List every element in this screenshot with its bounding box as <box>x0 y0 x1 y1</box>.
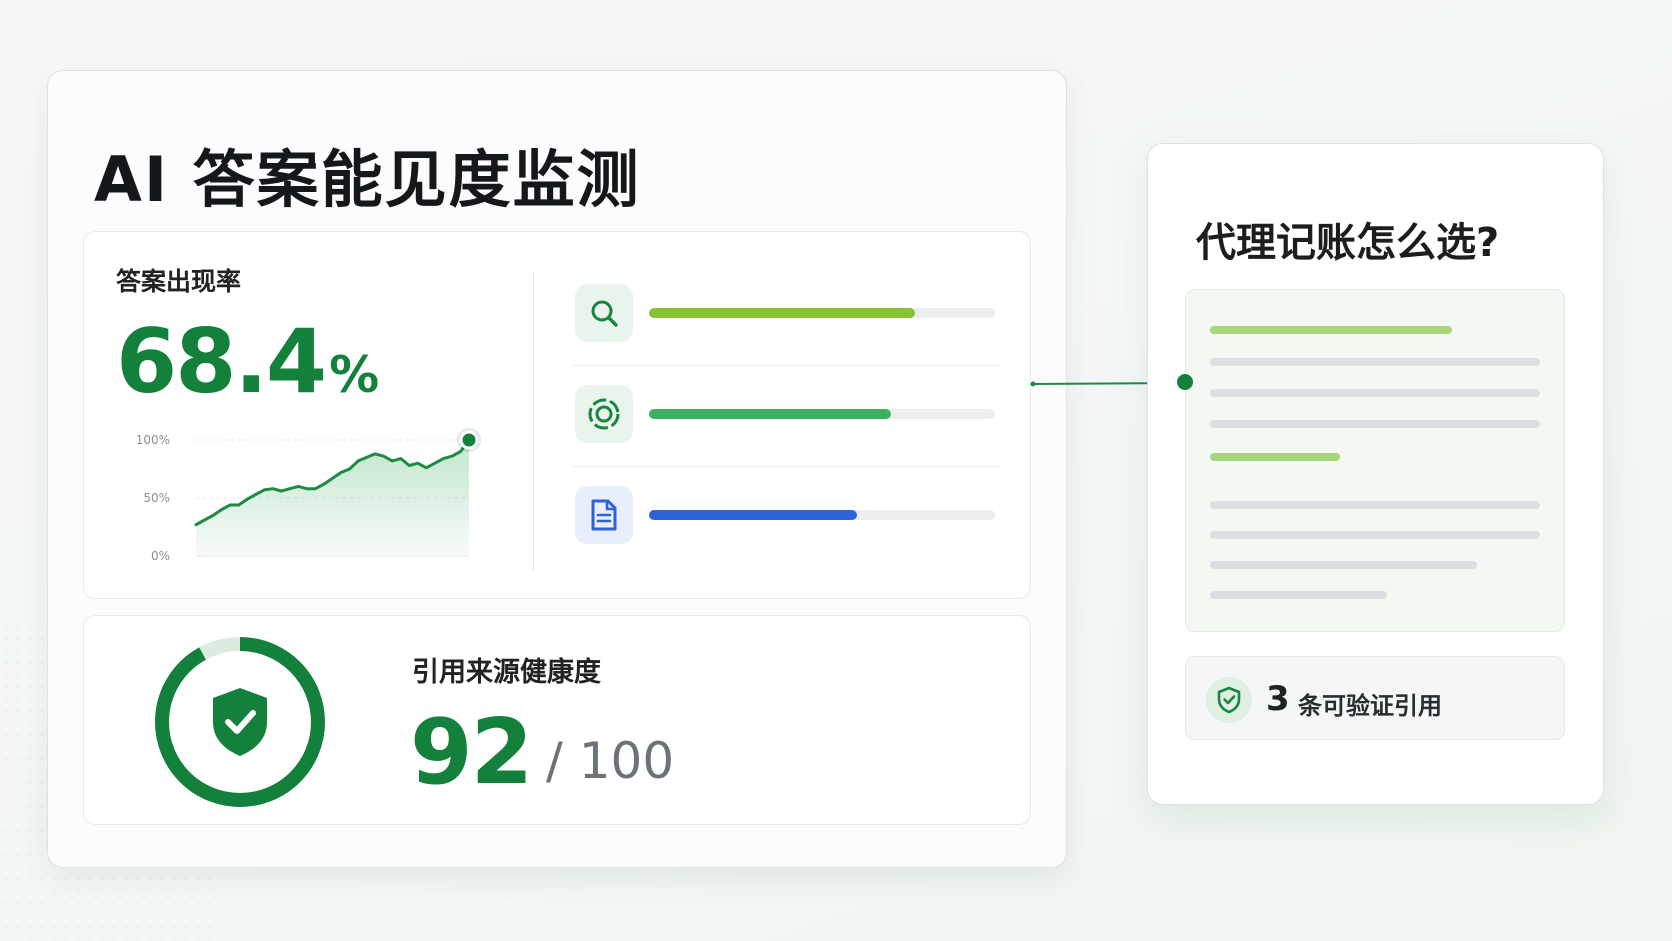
answer-text-line <box>1210 561 1477 569</box>
y-tick-label: 100% <box>136 433 170 447</box>
row-separator <box>572 365 1002 366</box>
search-progress-fill <box>649 308 916 318</box>
source-health-total: / 100 <box>546 732 675 790</box>
citation-count: 3 <box>1266 679 1290 719</box>
answer-body <box>1177 289 1565 632</box>
page-title: AI 答案能见度监测 <box>94 143 641 216</box>
row-separator <box>572 466 1002 467</box>
source-health-score: 92 <box>410 700 533 805</box>
answer-text-line <box>1210 501 1540 509</box>
target-icon-box <box>575 385 633 443</box>
shield-check-icon <box>1217 686 1241 714</box>
answer-highlight-line <box>1210 453 1340 461</box>
appearance-rate-panel: 答案出现率 68.4% 100% 50% 0% <box>83 231 1031 599</box>
search-icon <box>591 300 618 327</box>
target-progress-fill <box>649 409 892 419</box>
answer-text-line <box>1210 420 1540 428</box>
source-health-panel: 引用来源健康度 92 / 100 <box>83 615 1031 825</box>
metric-row-search <box>572 266 1002 366</box>
appearance-rate-unit: % <box>329 346 379 404</box>
trend-area <box>196 440 469 556</box>
answer-highlight-line <box>1210 326 1452 334</box>
search-progress-track <box>649 308 995 318</box>
answer-text-line <box>1210 531 1540 539</box>
health-ring <box>155 637 325 807</box>
chart-latest-point <box>459 430 479 450</box>
document-icon-box <box>575 486 633 544</box>
target-progress-track <box>649 409 995 419</box>
appearance-rate-value: 68.4% <box>116 310 379 413</box>
y-tick-label: 50% <box>143 491 170 505</box>
source-health-label: 引用来源健康度 <box>412 657 601 688</box>
document-progress-track <box>649 510 995 520</box>
citation-icon-badge <box>1206 677 1252 723</box>
appearance-rate-label: 答案出现率 <box>116 267 242 296</box>
answer-text-line <box>1210 591 1387 599</box>
citation-label: 条可验证引用 <box>1298 692 1442 720</box>
panel-divider <box>533 272 534 572</box>
ai-answer-card: 代理记账怎么选? 3 条可验证引用 <box>1147 143 1604 805</box>
answer-text-line <box>1210 389 1540 397</box>
answer-text-line <box>1210 358 1540 366</box>
connector-dot <box>1177 374 1193 390</box>
visibility-dashboard-card: AI 答案能见度监测 答案出现率 68.4% 100% 50% 0% 引用来源健… <box>47 70 1067 868</box>
appearance-trend-chart: 100% 50% 0% <box>136 428 481 563</box>
y-tick-label: 0% <box>151 549 170 563</box>
target-icon <box>588 398 620 430</box>
metric-row-target <box>572 367 1002 467</box>
document-progress-fill <box>649 510 857 520</box>
answer-question: 代理记账怎么选? <box>1196 220 1500 266</box>
shield-check-icon <box>213 688 267 756</box>
metric-row-document <box>572 468 1002 568</box>
citation-box: 3 条可验证引用 <box>1185 656 1565 740</box>
appearance-rate-number: 68.4 <box>116 310 327 413</box>
search-icon-box <box>575 284 633 342</box>
document-icon <box>591 499 617 531</box>
